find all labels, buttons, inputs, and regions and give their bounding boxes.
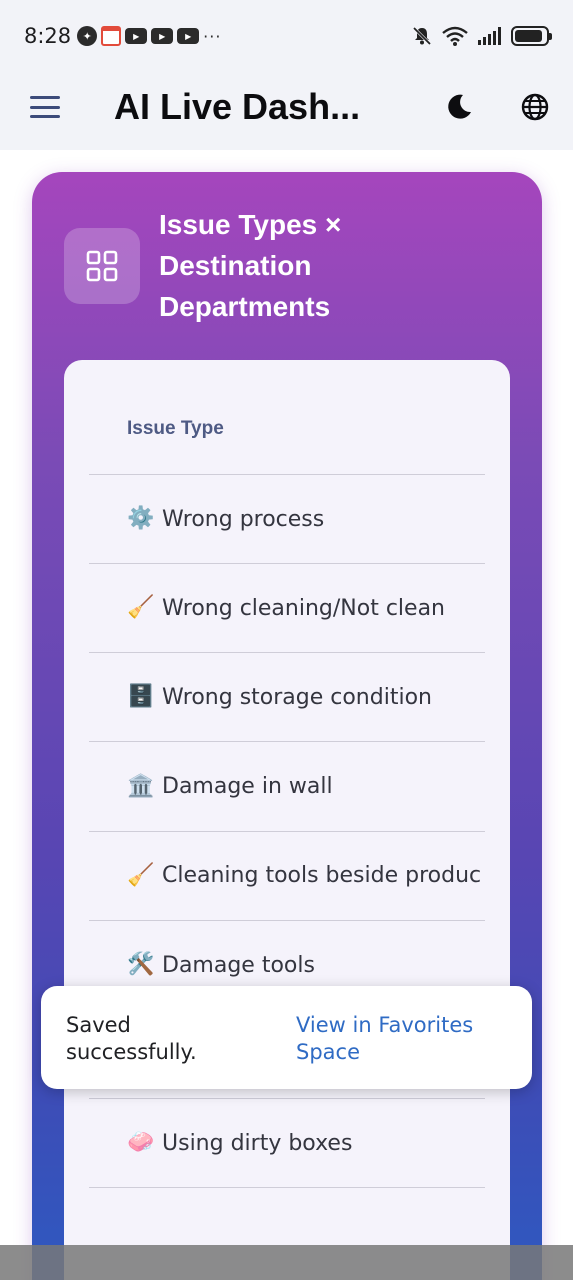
table-row[interactable]: 🧼 Using dirty boxes [89,1099,485,1189]
row-emoji-icon: 🧹 [127,862,155,888]
row-label: Wrong storage condition [162,684,432,710]
snackbar: Saved successfully. View in Favorites Sp… [41,986,532,1089]
app-bar: AI Live Dash... [0,72,573,150]
row-emoji-icon: 🛠️ [127,952,155,977]
row-label: Wrong cleaning/Not clean [162,595,445,621]
status-bar: 8:28 ✦ ▶ ▶ ▶ ··· [0,0,573,72]
messenger-icon: ✦ [77,26,98,46]
row-label: Using dirty boxes [162,1130,353,1156]
issue-table: Issue Type ⚙️ Wrong process 🧹 Wrong cleanin… [64,360,510,1280]
status-time: 8:28 [24,24,72,48]
row-emoji-icon: 🧹 [127,595,155,621]
calendar-icon [101,26,122,46]
row-emoji-icon: 🧼 [127,1130,155,1156]
youtube-icon: ▶ [125,28,148,44]
table-row[interactable]: ⚙️ Wrong process [89,475,485,564]
battery-icon [511,26,552,46]
table-row[interactable]: 🏛️ Damage in wall [89,743,485,832]
globe-icon[interactable] [520,92,550,122]
snackbar-message: Saved successfully. [66,1013,197,1064]
row-label: Damage in wall [162,774,333,800]
row-emoji-icon: ⚙️ [127,506,155,531]
menu-icon[interactable] [30,96,60,118]
moon-icon[interactable] [444,92,474,122]
system-nav-bar [0,1245,573,1280]
app-title: AI Live Dash... [114,86,361,127]
grid-icon [64,228,140,304]
row-emoji-icon: 🏛️ [127,773,155,799]
row-label: Damage tools [162,952,315,978]
more-notifications-icon: ··· [203,26,222,46]
signal-icon [478,27,501,45]
table-row[interactable]: 🧹 Wrong cleaning/Not clean [89,564,485,654]
table-header: Issue Type [89,360,485,475]
row-emoji-icon: 🗄️ [127,684,155,710]
wifi-icon [442,26,468,46]
row-label: Cleaning tools beside produc [162,863,482,889]
table-row[interactable]: 🗄️ Wrong storage condition [89,653,485,743]
card-title: Issue Types × Destination Departments [159,209,342,322]
table-row[interactable]: 🧹 Cleaning tools beside produc [89,832,485,921]
youtube-icon: ▶ [177,28,200,44]
screen: 8:28 ✦ ▶ ▶ ▶ ··· AI Live Dash... Issue T… [0,0,573,1280]
view-in-favorites-button[interactable]: View in Favorites Space [296,1012,516,1066]
column-header-issue-type: Issue Type [127,418,224,439]
row-label: Wrong process [162,506,325,532]
youtube-icon: ▶ [151,28,174,44]
matrix-card: Issue Types × Destination Departments Is… [32,172,542,1280]
battery-level [515,30,542,42]
mute-icon [412,26,432,46]
